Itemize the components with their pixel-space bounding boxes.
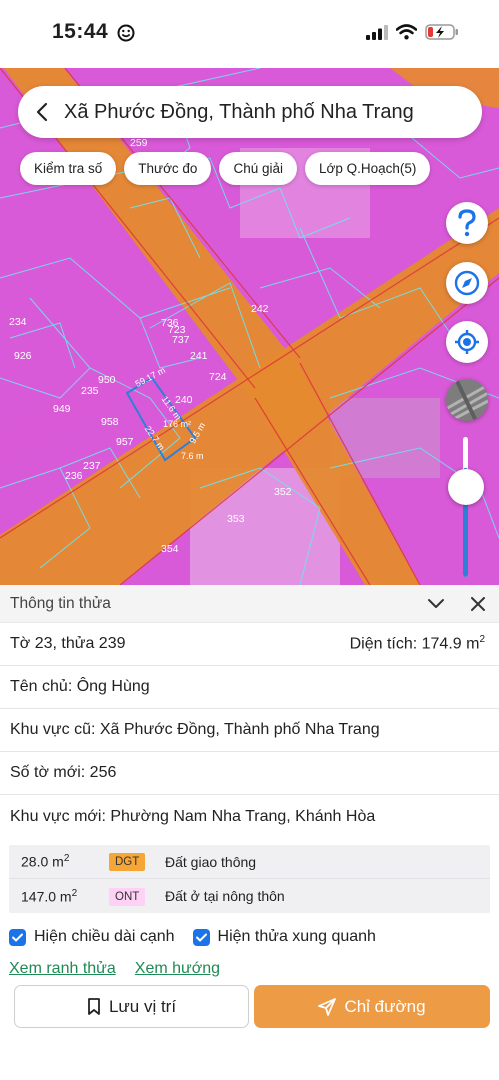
parcel-label: 241 (190, 350, 208, 362)
land-area-sup: 2 (71, 887, 78, 899)
question-icon (458, 209, 476, 237)
zoom-slider-track[interactable] (463, 437, 468, 577)
parcel-label: 958 (101, 416, 119, 428)
panel-title: Thông tin thửa (10, 594, 111, 612)
parcel-label: 352 (274, 486, 292, 498)
parcel-label: 926 (14, 350, 32, 362)
signal-icon (366, 24, 388, 40)
parcel-label: 353 (227, 513, 245, 525)
land-area-sup: 2 (63, 853, 70, 865)
bookmark-icon (88, 997, 100, 1015)
parcel-label: 240 (175, 394, 193, 406)
parcel-label: 259 (130, 137, 148, 149)
land-code-badge: ONT (109, 887, 146, 906)
chevron-down-icon (428, 598, 444, 608)
parcel-label: 724 (209, 371, 227, 383)
land-area-value: 28.0 m (21, 853, 64, 870)
directions-button[interactable]: Chỉ đường (254, 985, 490, 1028)
parcel-label: 354 (161, 543, 179, 555)
land-use-table: 28.0 m2 DGT Đất giao thông 147.0 m2 ONT … (9, 845, 490, 913)
location-title: Xã Phước Đồng, Thành phố Nha Trang (64, 100, 414, 123)
view-boundary-link[interactable]: Xem ranh thửa (9, 960, 116, 978)
owner-row: Tên chủ: Ông Hùng (0, 666, 499, 709)
wifi-icon (396, 24, 417, 40)
old-region-text: Khu vực cũ: Xã Phước Đồng, Thành phố Nha… (10, 721, 380, 738)
crosshair-icon (455, 330, 479, 354)
parcel-label-layer: 259 234 926 736 723 737 242 241 724 950 … (0, 68, 499, 585)
land-use-row: 147.0 m2 ONT Đất ở tại nông thôn (9, 879, 490, 913)
parcel-label: 957 (116, 436, 134, 448)
parcel-label: 176 m² (163, 419, 192, 429)
my-location-button[interactable] (446, 321, 488, 363)
land-use-row: 28.0 m2 DGT Đất giao thông (9, 845, 490, 879)
checkmark-icon[interactable] (9, 928, 26, 946)
parcel-label: 949 (53, 403, 71, 415)
measure-chip[interactable]: Thước đo (124, 152, 212, 185)
basemap-layer-button[interactable] (446, 379, 488, 421)
close-icon (471, 596, 485, 611)
parcel-label: 737 (172, 334, 190, 346)
save-location-label: Lưu vị trí (108, 996, 177, 1016)
map-tool-chips: Kiểm tra số Thước đo Chú giải Lớp Q.Hoạc… (20, 152, 431, 185)
smiley-icon (117, 24, 135, 42)
land-use-name: Đất giao thông (165, 853, 257, 870)
status-bar: 15:44 (0, 0, 499, 68)
new-region-row: Khu vực mới: Phường Nam Nha Trang, Khánh… (0, 795, 499, 838)
edge-length-label: 7.6 m (181, 451, 204, 461)
battery-charging-icon (425, 24, 458, 40)
land-use-name: Đất ở tại nông thôn (165, 888, 285, 904)
checkbox-label: Hiện thửa xung quanh (217, 928, 376, 945)
land-code-badge: DGT (109, 853, 146, 871)
owner-text: Tên chủ: Ông Hùng (10, 678, 150, 695)
display-options: Hiện chiều dài cạnh Hiện thửa xung quanh (0, 923, 499, 951)
directions-label: Chỉ đường (344, 996, 426, 1016)
legend-chip[interactable]: Chú giải (219, 152, 297, 185)
new-sheet-text: Số tờ mới: 256 (10, 764, 117, 781)
old-region-row: Khu vực cũ: Xã Phước Đồng, Thành phố Nha… (0, 709, 499, 752)
check-number-chip[interactable]: Kiểm tra số (20, 152, 117, 185)
land-area-value: 147.0 m (21, 888, 72, 905)
new-region-text: Khu vực mới: Phường Nam Nha Trang, Khánh… (10, 807, 376, 825)
compass-icon (454, 270, 480, 296)
map-view[interactable]: 259 234 926 736 723 737 242 241 724 950 … (0, 68, 499, 585)
area-unit-sup: 2 (479, 634, 485, 646)
satellite-thumbnail-icon (446, 379, 488, 421)
show-edge-length-checkbox[interactable]: Hiện chiều dài cạnh (9, 928, 175, 946)
save-location-button[interactable]: Lưu vị trí (14, 985, 249, 1028)
status-time: 15:44 (52, 20, 109, 43)
show-surrounding-plots-checkbox[interactable]: Hiện thửa xung quanh (192, 928, 376, 946)
parcel-label: 234 (9, 316, 27, 328)
checkmark-icon[interactable] (192, 928, 210, 946)
land-code-cell: DGT (109, 852, 165, 871)
land-area: 147.0 m2 (9, 888, 109, 905)
close-button[interactable] (457, 585, 499, 623)
checkbox-label: Hiện chiều dài cạnh (34, 928, 175, 945)
location-search-bar[interactable]: Xã Phước Đồng, Thành phố Nha Trang (18, 86, 482, 138)
parcel-label: 950 (98, 374, 116, 386)
collapse-button[interactable] (415, 585, 457, 623)
new-sheet-row: Số tờ mới: 256 (0, 752, 499, 795)
sheet-plot-text: Tờ 23, thửa 239 (10, 635, 126, 652)
planning-layer-chip[interactable]: Lớp Q.Hoạch(5) (304, 152, 431, 185)
zoom-slider-handle[interactable] (448, 469, 484, 505)
view-direction-link[interactable]: Xem hướng (135, 960, 220, 978)
compass-button[interactable] (446, 262, 488, 304)
land-area: 28.0 m2 (9, 853, 109, 870)
sheet-plot-row: Tờ 23, thửa 239 Diện tích: 174.9 m2 (0, 623, 499, 666)
parcel-info-panel: Thông tin thửa Tờ 23, thửa 239 Diện tích… (0, 585, 499, 1080)
edge-length-label: 59.17 m (133, 364, 167, 390)
panel-links: Xem ranh thửa Xem hướng (0, 957, 499, 981)
parcel-label: 235 (81, 385, 99, 397)
area-text: Diện tích: 174.9 m2 (350, 634, 485, 653)
land-code-cell: ONT (109, 887, 165, 906)
area-label: Diện tích: 174.9 m (349, 635, 480, 653)
help-button[interactable] (446, 202, 488, 244)
parcel-label: 236 (65, 470, 83, 482)
back-icon[interactable] (20, 86, 64, 138)
parcel-label: 237 (83, 460, 101, 472)
action-buttons: Lưu vị trí Chỉ đường (14, 985, 490, 1028)
panel-header: Thông tin thửa (0, 585, 499, 623)
parcel-label: 242 (251, 303, 269, 315)
send-icon (318, 997, 337, 1016)
